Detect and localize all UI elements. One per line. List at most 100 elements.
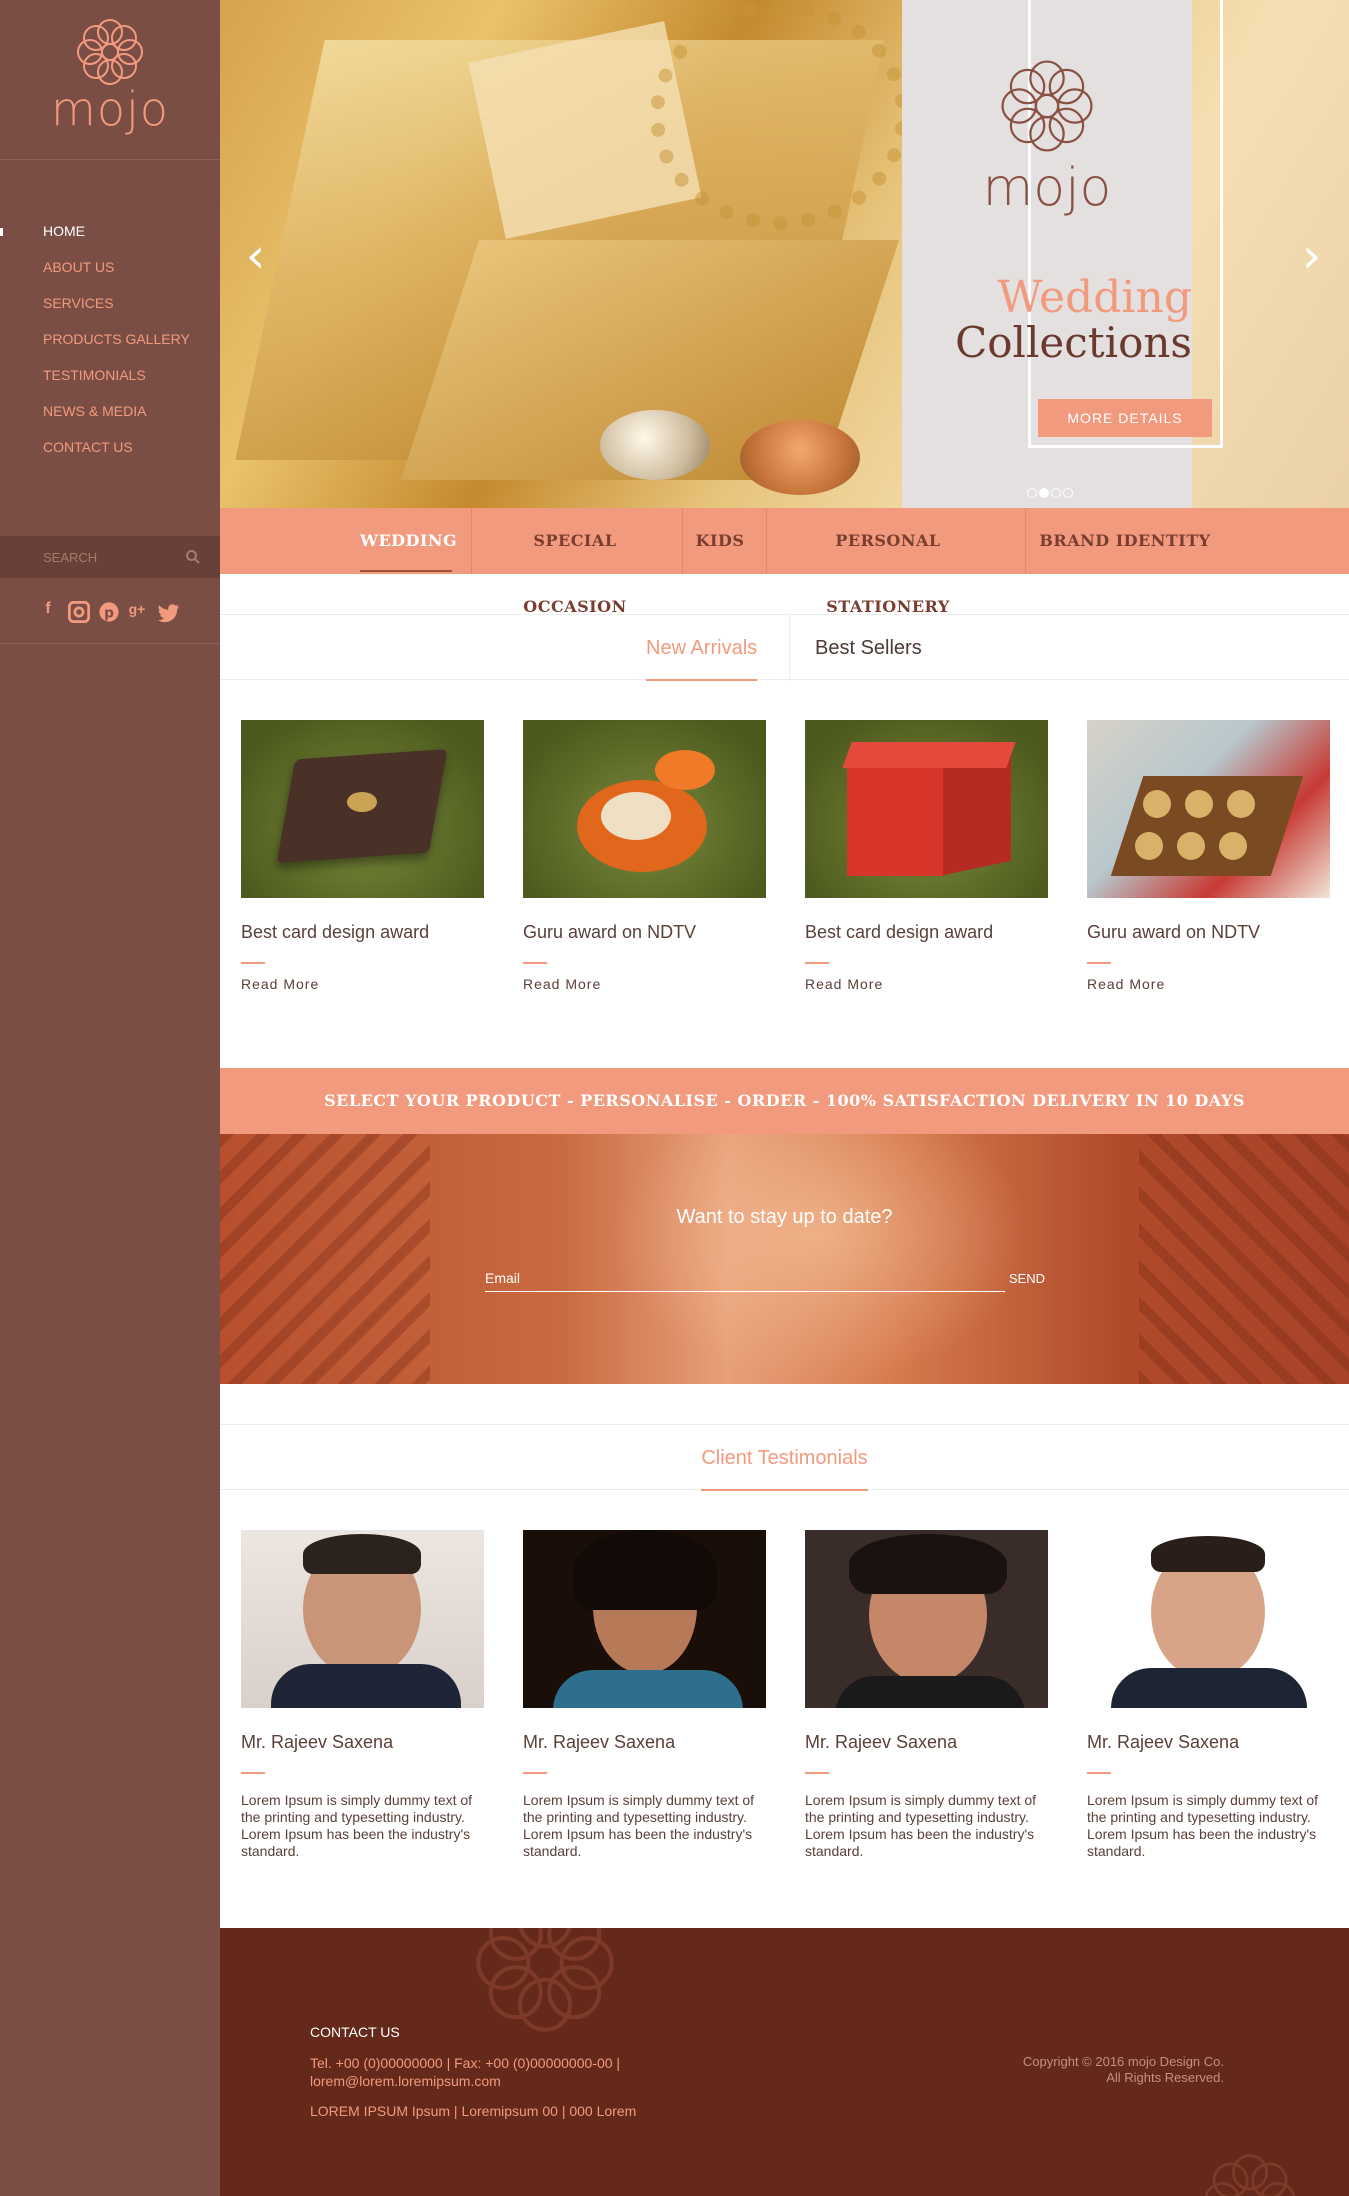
footer: CONTACT US Tel. +00 (0)00000000 | Fax: +…: [220, 1928, 1349, 2196]
read-more-link[interactable]: Read More: [241, 976, 484, 992]
testimonial-card: Mr. Rajeev Saxena Lorem Ipsum is simply …: [805, 1530, 1048, 1860]
product-name: Best card design award: [241, 922, 430, 942]
divider: [766, 508, 767, 574]
product-name: Guru award on NDTV: [1087, 922, 1261, 942]
slider-dot[interactable]: [1027, 488, 1037, 498]
read-more-link[interactable]: Read More: [1087, 976, 1330, 992]
more-details-button[interactable]: MORE DETAILS: [1038, 399, 1212, 437]
hero-logo-text: mojo: [982, 158, 1112, 218]
tab-best-sellers[interactable]: Best Sellers: [815, 615, 922, 681]
email-field[interactable]: [485, 1264, 1005, 1292]
read-more-link[interactable]: Read More: [523, 976, 766, 992]
couple-photo: [610, 1134, 1030, 1384]
search-icon[interactable]: [185, 549, 201, 565]
send-button[interactable]: SEND: [985, 1268, 1045, 1288]
category-brand-identity[interactable]: BRAND IDENTITY: [1035, 508, 1215, 574]
copyright: Copyright © 2016 mojo Design Co. All Rig…: [1023, 2054, 1224, 2086]
client-name: Mr. Rajeev Saxena: [523, 1732, 676, 1752]
google-plus-icon[interactable]: g+: [126, 598, 148, 620]
hero-slider: mojo Wedding Collections MORE DETAILS ‹ …: [220, 0, 1349, 508]
contact-phone-fax: Tel. +00 (0)00000000 | Fax: +00 (0)00000…: [310, 2055, 621, 2071]
product-card[interactable]: Best card design award Read More: [241, 720, 484, 992]
avatar: [805, 1530, 1048, 1708]
product-image[interactable]: [805, 720, 1048, 898]
nav-item-contact-us[interactable]: CONTACT US: [0, 436, 220, 472]
main-content: mojo Wedding Collections MORE DETAILS ‹ …: [220, 0, 1349, 2196]
hero-title-line1: Wedding: [997, 272, 1192, 323]
divider: [789, 615, 790, 681]
hero-image-bowl: [740, 420, 860, 495]
client-name: Mr. Rajeev Saxena: [805, 1732, 958, 1752]
testimonial-text: Lorem Ipsum is simply dummy text of the …: [241, 1792, 473, 1859]
client-name: Mr. Rajeev Saxena: [241, 1732, 394, 1752]
flower-logo-icon: [1001, 60, 1093, 152]
nav-item-products-gallery[interactable]: PRODUCTS GALLERY: [0, 328, 220, 364]
search-input[interactable]: [43, 544, 173, 570]
sidebar: mojo HOME ABOUT US SERVICES PRODUCTS GAL…: [0, 0, 220, 2196]
divider: [1087, 962, 1111, 964]
slider-dot[interactable]: [1063, 488, 1073, 498]
newsletter-section: Want to stay up to date? SEND: [220, 1134, 1349, 1384]
flower-pattern-icon: [1204, 2154, 1296, 2196]
category-kids[interactable]: KIDS: [692, 508, 748, 574]
product-name: Guru award on NDTV: [523, 922, 697, 942]
nav-item-about-us[interactable]: ABOUT US: [0, 256, 220, 292]
category-personal-stationery[interactable]: PERSONAL STATIONERY: [776, 508, 1000, 616]
search-bar: [0, 536, 220, 578]
nav-item-news-media[interactable]: NEWS & MEDIA: [0, 400, 220, 436]
svg-text:p: p: [104, 606, 114, 622]
logo[interactable]: mojo: [0, 0, 220, 160]
pinterest-icon[interactable]: p: [98, 601, 120, 623]
testimonial-card: Mr. Rajeev Saxena Lorem Ipsum is simply …: [241, 1530, 484, 1860]
divider: [805, 962, 829, 964]
leaf-pattern: [220, 1134, 430, 1384]
slider-dots: [1027, 485, 1075, 498]
divider: [1025, 508, 1026, 574]
testimonials-heading: Client Testimonials: [220, 1424, 1349, 1491]
testimonial-card: Mr. Rajeev Saxena Lorem Ipsum is simply …: [523, 1530, 766, 1860]
avatar: [1087, 1530, 1330, 1708]
copyright-line: Copyright © 2016 mojo Design Co.: [1022, 2054, 1224, 2069]
divider: [805, 1772, 829, 1774]
social-links: f p g+: [0, 578, 220, 644]
instagram-icon[interactable]: [68, 601, 90, 623]
hero-title-line2: Collections: [955, 318, 1192, 367]
contact-email[interactable]: lorem@lorem.loremipsum.com: [310, 2072, 501, 2090]
product-card[interactable]: Guru award on NDTV Read More: [523, 720, 766, 992]
chevron-left-icon[interactable]: ‹: [246, 232, 276, 280]
category-wedding[interactable]: WEDDING: [360, 508, 457, 574]
divider: [241, 1772, 265, 1774]
slider-dot[interactable]: [1051, 488, 1061, 498]
product-card[interactable]: Best card design award Read More: [805, 720, 1048, 992]
footer-heading: CONTACT US: [310, 2024, 400, 2040]
hero-image-pattern: [650, 0, 910, 230]
product-image[interactable]: [523, 720, 766, 898]
twitter-icon[interactable]: [158, 602, 180, 624]
copyright-line: All Rights Reserved.: [1106, 2070, 1224, 2085]
chevron-right-icon[interactable]: ›: [1302, 232, 1332, 280]
flower-pattern-icon: [476, 1928, 614, 2032]
logo-text: mojo: [51, 82, 169, 136]
testimonial-text: Lorem Ipsum is simply dummy text of the …: [805, 1792, 1037, 1859]
read-more-link[interactable]: Read More: [805, 976, 1048, 992]
divider: [523, 962, 547, 964]
tab-new-arrivals[interactable]: New Arrivals: [646, 615, 758, 681]
slider-dot[interactable]: [1039, 488, 1049, 498]
main-nav: HOME ABOUT US SERVICES PRODUCTS GALLERY …: [0, 220, 220, 472]
product-image[interactable]: [241, 720, 484, 898]
nav-item-services[interactable]: SERVICES: [0, 292, 220, 328]
avatar: [523, 1530, 766, 1708]
product-card[interactable]: Guru award on NDTV Read More: [1087, 720, 1330, 992]
facebook-icon[interactable]: f: [37, 598, 59, 620]
nav-item-testimonials[interactable]: TESTIMONIALS: [0, 364, 220, 400]
testimonial-text: Lorem Ipsum is simply dummy text of the …: [1087, 1792, 1319, 1859]
product-image[interactable]: [1087, 720, 1330, 898]
divider: [523, 1772, 547, 1774]
client-name: Mr. Rajeev Saxena: [1087, 1732, 1240, 1752]
category-special-occasion[interactable]: SPECIAL OCCASION: [482, 508, 668, 616]
process-banner: SELECT YOUR PRODUCT - PERSONALISE - ORDE…: [220, 1068, 1349, 1134]
category-bar: WEDDING SPECIAL OCCASION KIDS PERSONAL S…: [220, 508, 1349, 616]
hero-image-bowl: [600, 410, 710, 480]
product-tabs: New Arrivals Best Sellers: [220, 614, 1349, 681]
nav-item-home[interactable]: HOME: [0, 220, 220, 256]
